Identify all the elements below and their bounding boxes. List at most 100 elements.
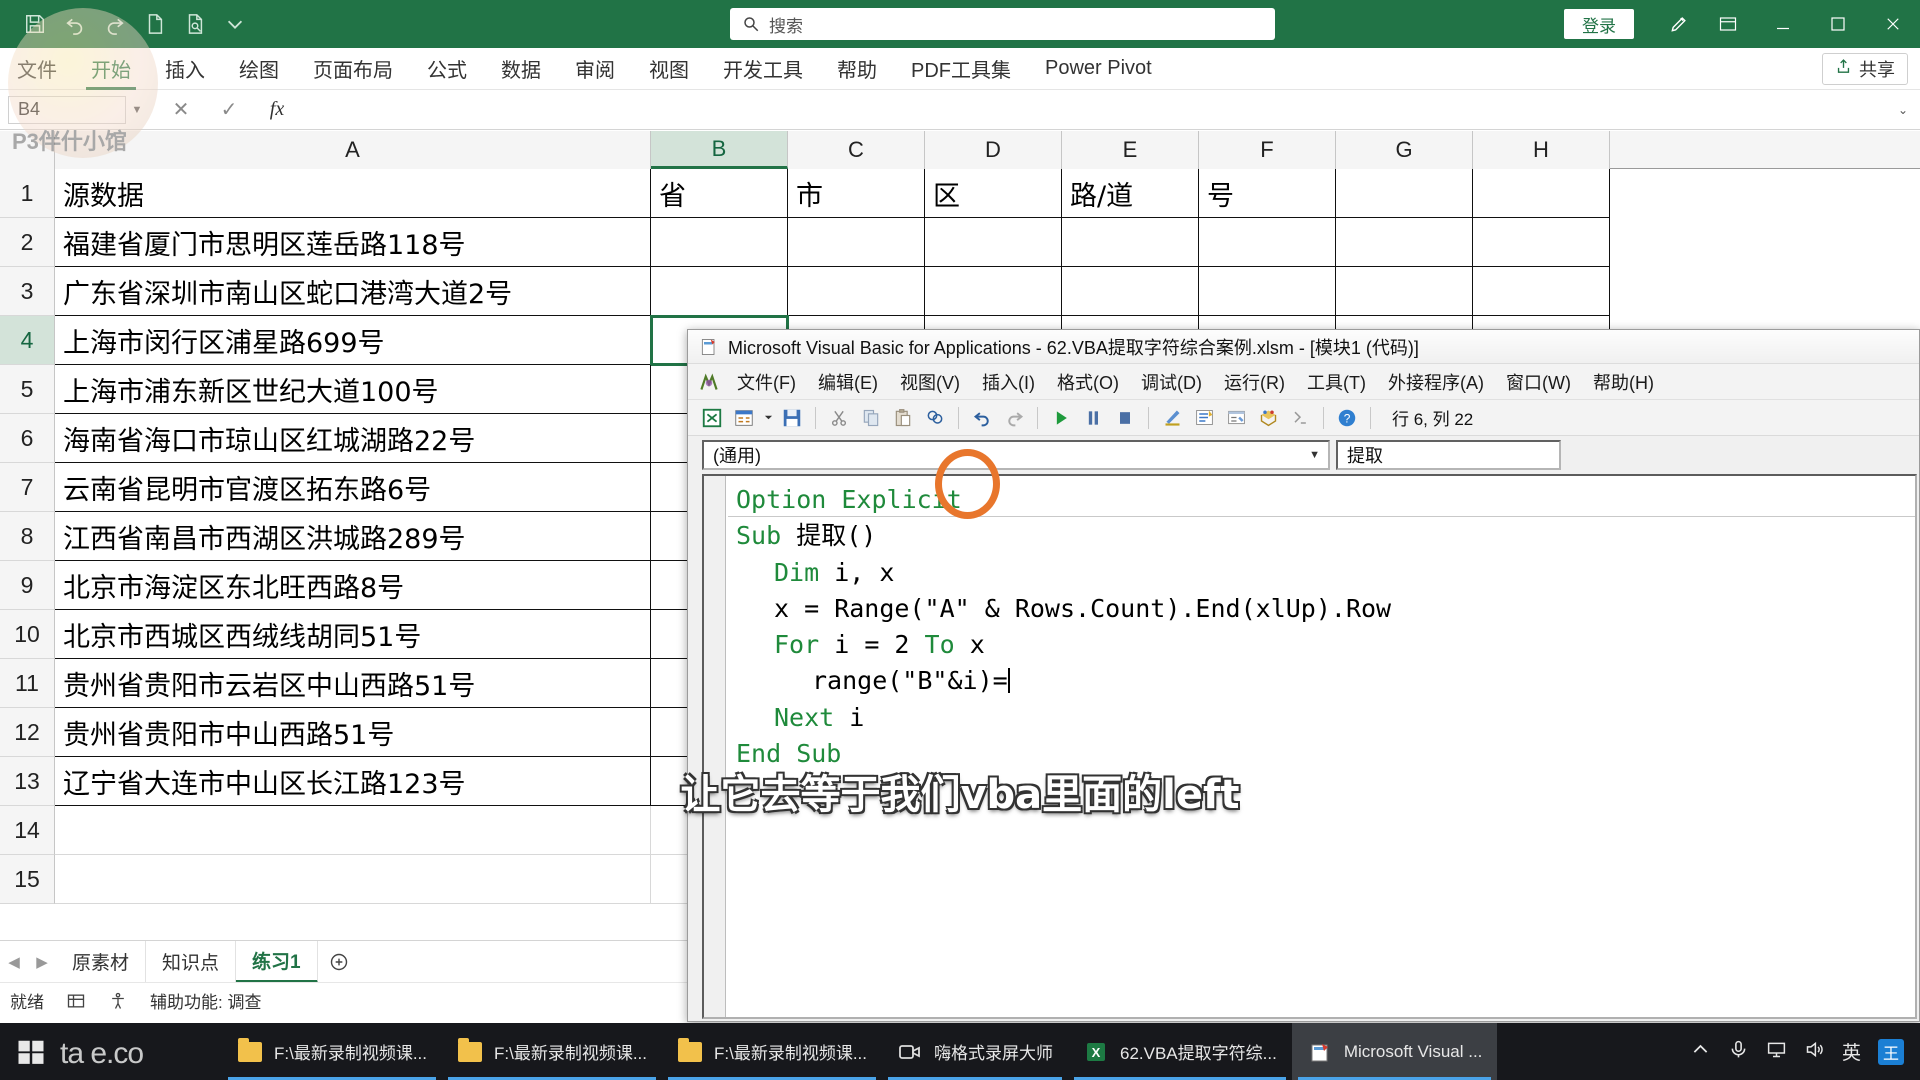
- taskbar-item-vba[interactable]: Microsoft Visual ...: [1291, 1023, 1498, 1080]
- vba-menu-format[interactable]: 格式(O): [1046, 367, 1130, 397]
- sheet-tab-zhishidian[interactable]: 知识点: [146, 940, 237, 983]
- cell-F2[interactable]: [1199, 218, 1336, 267]
- cut-icon[interactable]: [825, 404, 853, 432]
- row-header[interactable]: 10: [0, 610, 55, 659]
- cell-C2[interactable]: [788, 218, 925, 267]
- vba-editor-window[interactable]: Microsoft Visual Basic for Applications …: [687, 329, 1920, 1022]
- taskbar-item-folder-1[interactable]: F:\最新录制视频课...: [222, 1023, 442, 1080]
- find-icon[interactable]: [921, 404, 949, 432]
- procedure-dropdown[interactable]: 提取: [1336, 439, 1561, 470]
- reset-icon[interactable]: [1111, 404, 1139, 432]
- row-header[interactable]: 8: [0, 512, 55, 561]
- copy-icon[interactable]: [857, 404, 885, 432]
- ribbon-tab-help[interactable]: 帮助: [820, 48, 894, 90]
- ink-pen-icon[interactable]: [1658, 0, 1700, 48]
- cancel-icon[interactable]: ✕: [170, 97, 192, 122]
- row-header[interactable]: 14: [0, 806, 55, 855]
- ime-english-icon[interactable]: 英: [1842, 1038, 1861, 1065]
- column-header-c[interactable]: C: [788, 131, 925, 169]
- restore-button[interactable]: [1810, 0, 1865, 48]
- vba-menu-view[interactable]: 视图(V): [889, 367, 971, 397]
- new-document-icon[interactable]: [142, 11, 168, 37]
- sheet-nav-last-icon[interactable]: ▶: [28, 941, 56, 983]
- column-header-a[interactable]: A: [55, 131, 651, 169]
- chevron-down-icon[interactable]: ▼: [1309, 449, 1320, 461]
- ribbon-tab-formulas[interactable]: 公式: [410, 48, 484, 90]
- cell-A9[interactable]: 北京市海淀区东北旺西路8号: [55, 561, 651, 610]
- name-box[interactable]: B4: [8, 95, 126, 124]
- vba-menu-tools[interactable]: 工具(T): [1296, 367, 1377, 397]
- share-button[interactable]: 共享: [1822, 53, 1908, 85]
- cell-A13[interactable]: 辽宁省大连市中山区长江路123号: [55, 757, 651, 806]
- taskbar-item-folder-3[interactable]: F:\最新录制视频课...: [662, 1023, 882, 1080]
- taskbar-item-excel[interactable]: X 62.VBA提取字符综...: [1068, 1023, 1292, 1080]
- cell-A6[interactable]: 海南省海口市琼山区红城湖路22号: [55, 414, 651, 463]
- microphone-icon[interactable]: [1728, 1039, 1749, 1065]
- volume-icon[interactable]: [1804, 1039, 1825, 1065]
- undo-icon[interactable]: [968, 404, 996, 432]
- help-icon[interactable]: ?: [1333, 404, 1361, 432]
- cell-G1[interactable]: [1336, 169, 1473, 218]
- ribbon-tab-draw[interactable]: 绘图: [222, 48, 296, 90]
- customize-qat-icon[interactable]: [222, 11, 248, 37]
- cell-B2[interactable]: [651, 218, 788, 267]
- cell-A12[interactable]: 贵州省贵阳市中山西路51号: [55, 708, 651, 757]
- ribbon-tab-developer[interactable]: 开发工具: [706, 48, 820, 90]
- vba-menu-insert[interactable]: 插入(I): [971, 367, 1046, 397]
- sheet-tab-lianxi1[interactable]: 练习1: [236, 940, 318, 983]
- vba-menu-help[interactable]: 帮助(H): [1582, 367, 1665, 397]
- row-header[interactable]: 6: [0, 414, 55, 463]
- ribbon-tab-insert[interactable]: 插入: [148, 48, 222, 90]
- ribbon-tab-page-layout[interactable]: 页面布局: [296, 48, 410, 90]
- ribbon-tab-power-pivot[interactable]: Power Pivot: [1028, 48, 1169, 90]
- design-mode-icon[interactable]: [1158, 404, 1186, 432]
- row-header[interactable]: 9: [0, 561, 55, 610]
- ime-wang-icon[interactable]: 王: [1878, 1038, 1904, 1065]
- column-header-g[interactable]: G: [1336, 131, 1473, 169]
- ribbon-tab-data[interactable]: 数据: [484, 48, 558, 90]
- cell-E3[interactable]: [1062, 267, 1199, 316]
- project-explorer-icon[interactable]: [1190, 404, 1218, 432]
- break-icon[interactable]: [1079, 404, 1107, 432]
- column-header-e[interactable]: E: [1062, 131, 1199, 169]
- ribbon-tab-home[interactable]: 开始: [74, 48, 148, 90]
- save-icon[interactable]: [778, 404, 806, 432]
- formula-input[interactable]: [308, 95, 1886, 125]
- name-box-dropdown-icon[interactable]: ▼: [126, 96, 148, 124]
- cell-D3[interactable]: [925, 267, 1062, 316]
- cell-A2[interactable]: 福建省厦门市思明区莲岳路118号: [55, 218, 651, 267]
- properties-window-icon[interactable]: [1222, 404, 1250, 432]
- cell-A14[interactable]: [55, 806, 651, 855]
- row-header[interactable]: 15: [0, 855, 55, 904]
- row-header[interactable]: 13: [0, 757, 55, 806]
- vba-code-editor[interactable]: Option Explicit Sub 提取() Dim i, xx = Range…: [702, 474, 1917, 1019]
- select-all-corner[interactable]: [0, 131, 55, 169]
- ribbon-tab-file[interactable]: 文件: [0, 48, 74, 90]
- ribbon-tab-review[interactable]: 审阅: [558, 48, 632, 90]
- vba-menu-run[interactable]: 运行(R): [1213, 367, 1296, 397]
- minimize-button[interactable]: [1755, 0, 1810, 48]
- column-header-f[interactable]: F: [1199, 131, 1336, 169]
- cell-A8[interactable]: 江西省南昌市西湖区洪城路289号: [55, 512, 651, 561]
- column-header-b[interactable]: B: [651, 131, 788, 169]
- formula-bar-expand-icon[interactable]: ⌄: [1886, 90, 1920, 130]
- row-header[interactable]: 11: [0, 659, 55, 708]
- object-dropdown[interactable]: (通用) ▼: [702, 439, 1330, 470]
- save-icon[interactable]: [22, 11, 48, 37]
- object-browser-icon[interactable]: [1254, 404, 1282, 432]
- vba-code-text[interactable]: Option Explicit Sub 提取() Dim i, xx = Range…: [736, 482, 1915, 772]
- redo-icon[interactable]: [1000, 404, 1028, 432]
- column-header-d[interactable]: D: [925, 131, 1062, 169]
- vba-menu-window[interactable]: 窗口(W): [1495, 367, 1582, 397]
- cell-C1[interactable]: 市: [788, 169, 925, 218]
- insert-function-icon[interactable]: fx: [266, 98, 288, 121]
- cell-H3[interactable]: [1473, 267, 1610, 316]
- row-header[interactable]: 12: [0, 708, 55, 757]
- cell-B1[interactable]: 省: [651, 169, 788, 218]
- cell-A11[interactable]: 贵州省贵阳市云岩区中山西路51号: [55, 659, 651, 708]
- view-excel-icon[interactable]: [698, 404, 726, 432]
- windows-start-icon[interactable]: [0, 1023, 62, 1080]
- ribbon-tab-view[interactable]: 视图: [632, 48, 706, 90]
- cell-A4[interactable]: 上海市闵行区浦星路699号: [55, 316, 651, 365]
- run-icon[interactable]: [1047, 404, 1075, 432]
